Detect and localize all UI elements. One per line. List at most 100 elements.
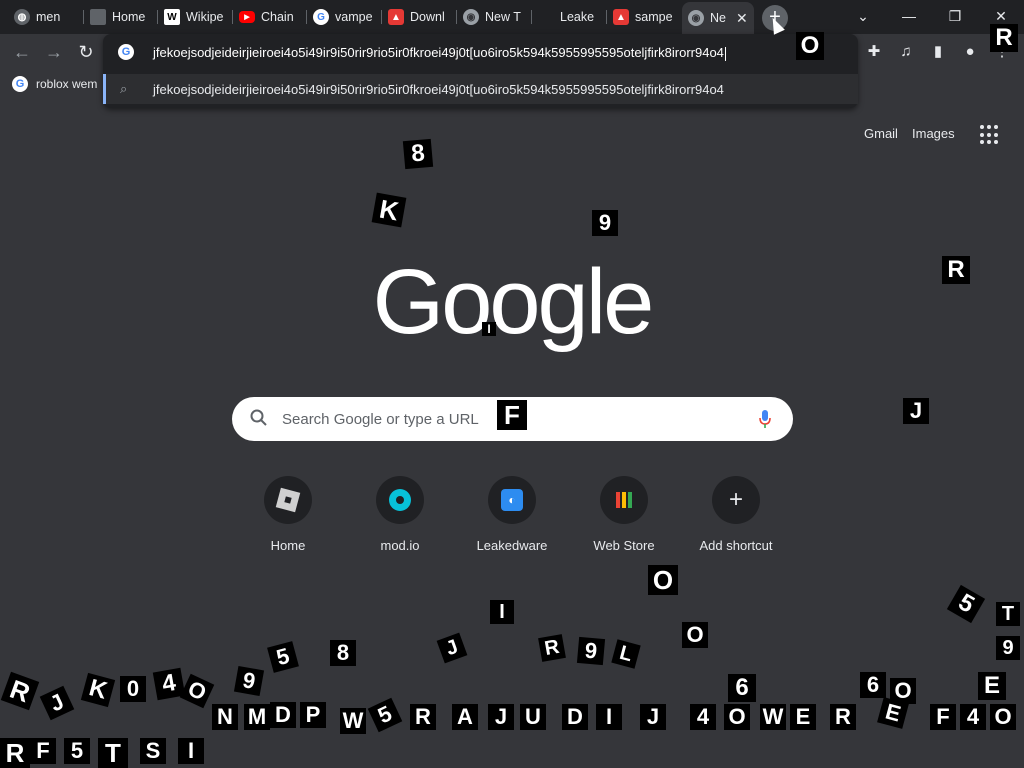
letter-tile: 6 [860, 672, 886, 698]
letter-tile: F [30, 738, 56, 764]
apps-grid-icon[interactable] [980, 125, 1000, 145]
letter-tile: F [930, 704, 956, 730]
omnibox-suggestion[interactable]: ⌕ jfekoejsodjeideirjieiroei4o5i49ir9i50r… [103, 74, 858, 104]
gmail-link[interactable]: Gmail [864, 126, 898, 141]
media-control-icon[interactable]: ♫ [894, 40, 918, 64]
tab-label: sampe [635, 10, 673, 24]
letter-tile: W [340, 708, 366, 734]
tab-chain[interactable]: ▶ Chain [233, 4, 307, 30]
tab-sampe[interactable]: ▲ sampe [607, 4, 682, 30]
letter-tile: O [682, 622, 708, 648]
letter-tile: 9 [576, 636, 606, 666]
google-icon: G [118, 44, 134, 60]
profile-icon[interactable]: ● [958, 40, 982, 64]
shortcut-web-store[interactable]: Web Store [576, 476, 672, 553]
letter-tile: K [371, 192, 407, 228]
tab-label: Leake [560, 10, 595, 24]
letter-tile: J [436, 632, 468, 664]
bookmark-label: roblox wem [36, 77, 98, 91]
shortcut-label: Leakedware [476, 538, 548, 553]
search-icon [250, 409, 270, 429]
shortcut-label: Add shortcut [699, 538, 773, 553]
shortcut-leakedware[interactable]: ◐ Leakedware [464, 476, 560, 553]
letter-tile: R [538, 634, 566, 662]
letter-tile: T [996, 602, 1020, 626]
google-logo: Google [372, 251, 655, 353]
leakedware-icon: ◐ [488, 476, 536, 524]
google-icon: G [12, 76, 28, 92]
letter-tile: 9 [233, 665, 265, 697]
tab-active-new-tab[interactable]: ◉ Ne ✕ [682, 2, 754, 34]
bookmark-roblox[interactable]: G roblox wem [12, 76, 97, 92]
letter-tile: 5 [946, 584, 986, 624]
tab-leakedware[interactable]: Leake [532, 4, 607, 30]
letter-tile: R [410, 704, 436, 730]
back-button[interactable]: ← [10, 40, 34, 64]
wikipedia-icon: W [164, 9, 180, 25]
tab-new-tab[interactable]: ◉ New T [457, 4, 532, 30]
letter-tile: E [790, 704, 816, 730]
letter-tile: J [640, 704, 666, 730]
letter-tile: R [830, 704, 856, 730]
minimize-button[interactable]: — [894, 5, 924, 27]
address-bar[interactable]: G jfekoejsodjeideirjieiroei4o5i49ir9i50r… [103, 36, 858, 68]
letter-tile: J [903, 398, 929, 424]
letter-tile: J [488, 704, 514, 730]
tab-label: Home [112, 10, 146, 24]
letter-tile: O [796, 32, 824, 60]
tab-label: New T [485, 10, 521, 24]
letter-tile: 6 [728, 674, 756, 702]
letter-tile: J [39, 685, 75, 721]
shortcut-modio[interactable]: mod.io [352, 476, 448, 553]
modio-icon [376, 476, 424, 524]
maximize-button[interactable]: ❐ [940, 5, 970, 27]
chrome-icon: ◉ [463, 9, 479, 25]
tab-vampe[interactable]: G vampe [307, 4, 382, 30]
plus-icon: + [712, 476, 760, 524]
letter-tile: K [80, 672, 116, 708]
letter-tile: D [562, 704, 588, 730]
side-panel-icon[interactable]: ▮ [926, 40, 950, 64]
tab-download[interactable]: ▲ Downl [382, 4, 457, 30]
images-link[interactable]: Images [912, 126, 955, 141]
letter-tile: E [978, 672, 1006, 700]
letter-tile: 0 [120, 676, 146, 702]
letter-tile: F [497, 400, 527, 430]
tab-label: Ne [710, 11, 726, 25]
close-tab-icon[interactable]: ✕ [736, 10, 748, 27]
forward-button[interactable]: → [42, 40, 66, 64]
google-icon: G [313, 9, 329, 25]
leakedware-icon: ▲ [388, 9, 404, 25]
address-input[interactable]: jfekoejsodjeideirjieiroei4o5i49ir9i50rir… [153, 45, 726, 61]
letter-tile: O [724, 704, 750, 730]
shortcut-home[interactable]: Home [240, 476, 336, 553]
letter-tile: S [140, 738, 166, 764]
leakedware-icon [538, 9, 554, 25]
letter-tile: 9 [996, 636, 1020, 660]
letter-tile: W [760, 704, 786, 730]
letter-tile: E [877, 697, 909, 729]
tab-men[interactable]: ◍ men [8, 4, 84, 30]
letter-tile: M [244, 704, 270, 730]
tab-label: vampe [335, 10, 373, 24]
shortcut-label: Web Store [593, 538, 655, 553]
add-shortcut-button[interactable]: + Add shortcut [688, 476, 784, 553]
microphone-icon[interactable] [759, 409, 771, 429]
shortcut-label: Home [270, 538, 306, 553]
letter-tile: 8 [330, 640, 356, 666]
globe-icon: ◍ [14, 9, 30, 25]
reload-button[interactable]: ↻ [74, 40, 98, 64]
tab-search-dropdown-icon[interactable]: ⌄ [848, 5, 878, 27]
tab-home[interactable]: Home [84, 4, 158, 30]
chrome-icon: ◉ [688, 10, 704, 26]
extensions-icon[interactable]: ✚ [862, 40, 886, 64]
letter-tile: R [0, 671, 40, 711]
roblox-icon [90, 9, 106, 25]
suggestion-text: jfekoejsodjeideirjieiroei4o5i49ir9i50rir… [153, 82, 724, 97]
letter-tile: I [596, 704, 622, 730]
letter-tile: 4 [690, 704, 716, 730]
tab-wikipedia[interactable]: W Wikipe [158, 4, 233, 30]
shortcut-label: mod.io [380, 538, 420, 553]
tab-label: Chain [261, 10, 294, 24]
letter-tile: 5 [267, 641, 299, 673]
